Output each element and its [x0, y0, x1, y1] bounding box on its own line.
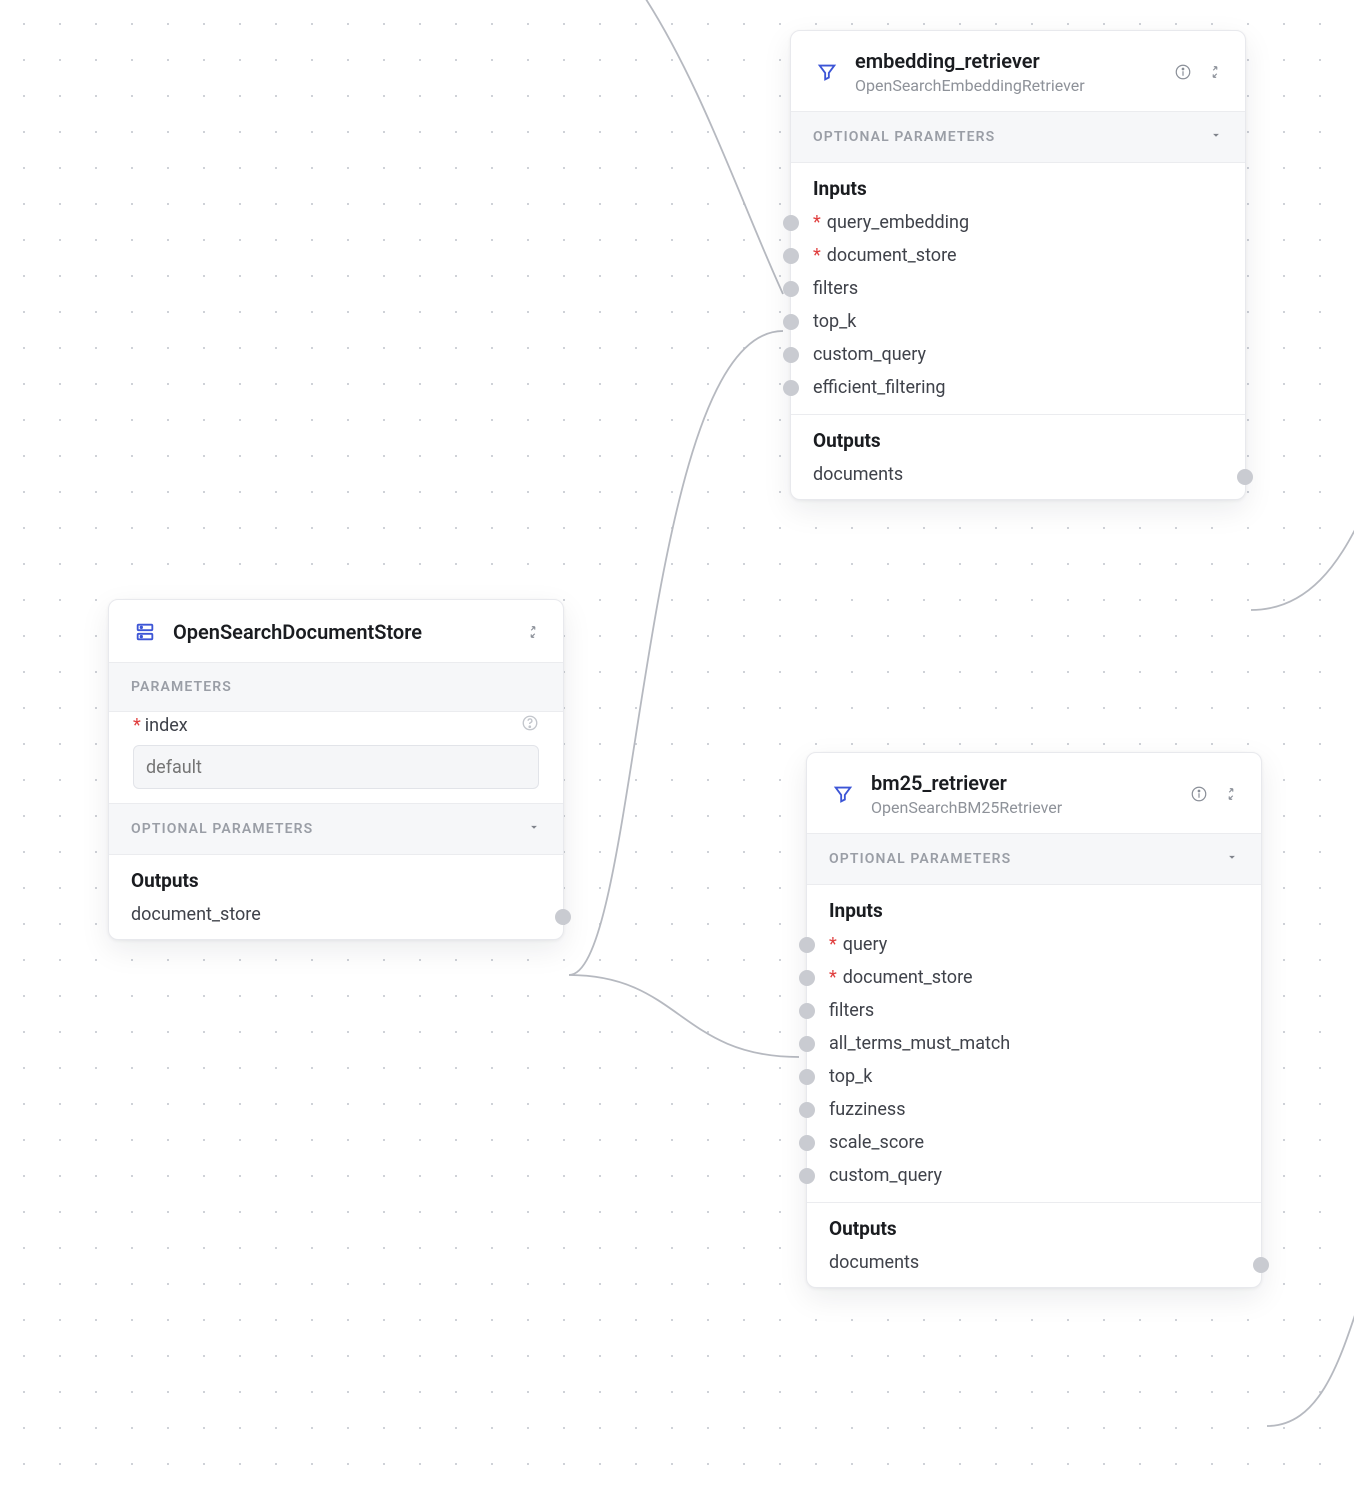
collapse-icon[interactable] [1221, 784, 1241, 804]
node-document-store[interactable]: OpenSearchDocumentStore PARAMETERS * ind… [108, 599, 564, 940]
input-all-terms-must-match[interactable]: all_terms_must_match [807, 1027, 1261, 1060]
collapse-icon[interactable] [523, 622, 543, 642]
chevron-down-icon [527, 820, 541, 838]
input-label: query_embedding [827, 212, 969, 233]
help-icon[interactable] [521, 714, 539, 737]
param-index-input[interactable] [133, 745, 539, 789]
database-icon [131, 618, 159, 646]
node-title: embedding_retriever [855, 49, 1159, 74]
input-port[interactable] [799, 1135, 815, 1151]
output-label: documents [829, 1252, 919, 1273]
output-documents[interactable]: documents [791, 454, 1245, 499]
outputs-heading: Outputs [791, 415, 1245, 454]
input-label: custom_query [829, 1165, 942, 1186]
input-top-k[interactable]: top_k [791, 305, 1245, 338]
input-top-k[interactable]: top_k [807, 1060, 1261, 1093]
input-label: document_store [827, 245, 957, 266]
input-port[interactable] [783, 248, 799, 264]
input-label: filters [813, 278, 858, 299]
output-label: document_store [131, 904, 261, 925]
collapse-icon[interactable] [1205, 62, 1225, 82]
input-filters[interactable]: filters [791, 272, 1245, 305]
required-indicator: * [813, 245, 821, 266]
required-indicator: * [813, 212, 821, 233]
pipeline-canvas[interactable]: OpenSearchDocumentStore PARAMETERS * ind… [0, 0, 1354, 1498]
info-icon[interactable] [1189, 784, 1209, 804]
optional-parameters-label: OPTIONAL PARAMETERS [813, 129, 995, 145]
optional-parameters-label: OPTIONAL PARAMETERS [131, 821, 313, 837]
node-title: bm25_retriever [871, 771, 1175, 796]
input-query-embedding[interactable]: * query_embedding [791, 206, 1245, 239]
funnel-icon [829, 780, 857, 808]
outputs-heading: Outputs [109, 855, 563, 894]
required-indicator: * [133, 715, 141, 736]
optional-parameters-toggle[interactable]: OPTIONAL PARAMETERS [109, 803, 563, 855]
chevron-down-icon [1209, 128, 1223, 146]
node-subtitle: OpenSearchEmbeddingRetriever [855, 76, 1159, 95]
node-bm25-retriever[interactable]: bm25_retriever OpenSearchBM25Retriever O… [806, 752, 1262, 1288]
outputs-heading: Outputs [807, 1203, 1261, 1242]
input-label: all_terms_must_match [829, 1033, 1010, 1054]
input-custom-query[interactable]: custom_query [791, 338, 1245, 371]
input-label: efficient_filtering [813, 377, 946, 398]
input-port[interactable] [783, 347, 799, 363]
node-title: OpenSearchDocumentStore [173, 620, 509, 645]
inputs-heading: Inputs [807, 885, 1261, 924]
input-port[interactable] [783, 380, 799, 396]
input-scale-score[interactable]: scale_score [807, 1126, 1261, 1159]
input-document-store[interactable]: * document_store [807, 961, 1261, 994]
input-query[interactable]: * query [807, 928, 1261, 961]
input-custom-query[interactable]: custom_query [807, 1159, 1261, 1192]
param-label: index [145, 715, 188, 736]
optional-parameters-label: OPTIONAL PARAMETERS [829, 851, 1011, 867]
input-port[interactable] [799, 970, 815, 986]
parameters-header: PARAMETERS [109, 662, 563, 712]
node-subtitle: OpenSearchBM25Retriever [871, 798, 1175, 817]
required-indicator: * [829, 934, 837, 955]
input-filters[interactable]: filters [807, 994, 1261, 1027]
inputs-list: * query_embedding * document_store filte… [791, 202, 1245, 414]
input-port[interactable] [799, 937, 815, 953]
output-document-store[interactable]: document_store [109, 894, 563, 939]
input-port[interactable] [799, 1102, 815, 1118]
output-port[interactable] [1237, 469, 1253, 485]
inputs-heading: Inputs [791, 163, 1245, 202]
optional-parameters-toggle[interactable]: OPTIONAL PARAMETERS [807, 833, 1261, 885]
input-port[interactable] [783, 314, 799, 330]
output-documents[interactable]: documents [807, 1242, 1261, 1287]
input-port[interactable] [799, 1036, 815, 1052]
funnel-icon [813, 58, 841, 86]
parameters-label: PARAMETERS [131, 679, 232, 695]
input-port[interactable] [799, 1069, 815, 1085]
node-header[interactable]: embedding_retriever OpenSearchEmbeddingR… [791, 31, 1245, 111]
input-label: scale_score [829, 1132, 924, 1153]
output-label: documents [813, 464, 903, 485]
input-port[interactable] [799, 1168, 815, 1184]
input-document-store[interactable]: * document_store [791, 239, 1245, 272]
required-indicator: * [829, 967, 837, 988]
output-port[interactable] [1253, 1257, 1269, 1273]
input-port[interactable] [783, 215, 799, 231]
optional-parameters-toggle[interactable]: OPTIONAL PARAMETERS [791, 111, 1245, 163]
input-port[interactable] [783, 281, 799, 297]
input-label: filters [829, 1000, 874, 1021]
info-icon[interactable] [1173, 62, 1193, 82]
input-port[interactable] [799, 1003, 815, 1019]
node-embedding-retriever[interactable]: embedding_retriever OpenSearchEmbeddingR… [790, 30, 1246, 500]
input-label: top_k [829, 1066, 872, 1087]
input-label: document_store [843, 967, 973, 988]
input-label: custom_query [813, 344, 926, 365]
chevron-down-icon [1225, 850, 1239, 868]
param-index-row: * index [109, 712, 563, 745]
input-label: top_k [813, 311, 856, 332]
node-header[interactable]: bm25_retriever OpenSearchBM25Retriever [807, 753, 1261, 833]
node-header[interactable]: OpenSearchDocumentStore [109, 600, 563, 662]
output-port[interactable] [555, 909, 571, 925]
input-label: fuzziness [829, 1099, 905, 1120]
inputs-list: * query * document_store filters all_ter… [807, 924, 1261, 1202]
input-fuzziness[interactable]: fuzziness [807, 1093, 1261, 1126]
input-efficient-filtering[interactable]: efficient_filtering [791, 371, 1245, 404]
input-label: query [843, 934, 887, 955]
